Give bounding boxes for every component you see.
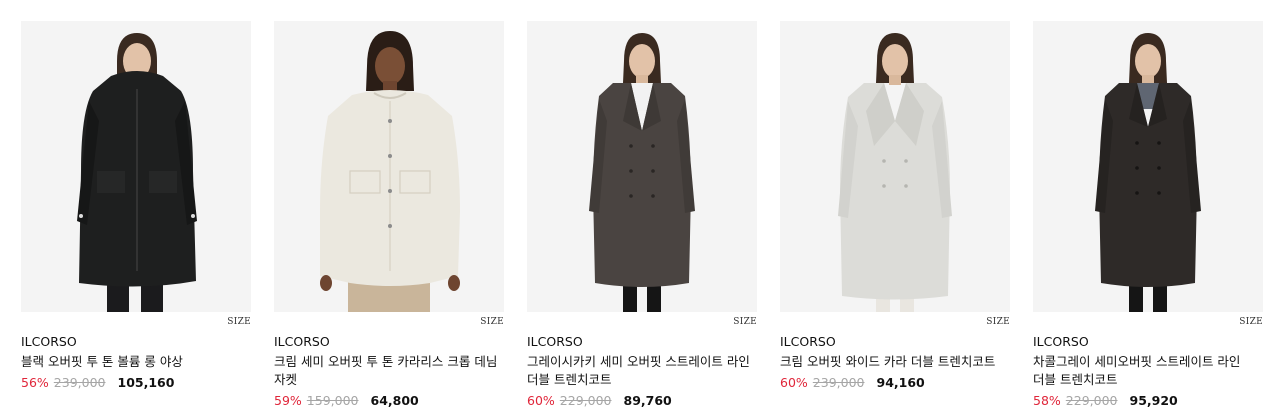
product-image[interactable] <box>21 21 251 312</box>
product-image-illustration <box>527 21 757 312</box>
brand-name[interactable]: ILCORSO <box>274 335 504 349</box>
price-row: 60% 239,000 94,160 <box>780 375 1010 391</box>
brand-name[interactable]: ILCORSO <box>780 335 1010 349</box>
product-image[interactable] <box>527 21 757 312</box>
sale-price: 105,160 <box>117 375 175 390</box>
product-image-illustration <box>1033 21 1263 312</box>
product-image[interactable] <box>1033 21 1263 312</box>
sale-price: 64,800 <box>370 393 419 408</box>
discount-rate: 60% <box>527 393 555 408</box>
size-label[interactable]: SIZE <box>227 316 251 328</box>
sale-price: 95,920 <box>1129 393 1178 408</box>
product-card[interactable]: SIZE ILCORSO 크림 오버핏 와이드 카라 더블 트렌치코트 60% … <box>780 21 1010 409</box>
original-price: 239,000 <box>812 375 865 390</box>
sale-price: 89,760 <box>623 393 672 408</box>
product-image-illustration <box>274 21 504 312</box>
discount-rate: 56% <box>21 375 49 390</box>
original-price: 229,000 <box>559 393 612 408</box>
product-card[interactable]: SIZE ILCORSO 차콜그레이 세미오버핏 스트레이트 라인 더블 트렌치… <box>1033 21 1263 409</box>
discount-rate: 59% <box>274 393 302 408</box>
price-row: 56% 239,000 105,160 <box>21 375 251 391</box>
product-image[interactable] <box>780 21 1010 312</box>
size-label[interactable]: SIZE <box>480 316 504 328</box>
product-card[interactable]: SIZE ILCORSO 블랙 오버핏 투 톤 볼륨 롱 야상 56% 239,… <box>21 21 251 409</box>
price-row: 58% 229,000 95,920 <box>1033 393 1263 409</box>
size-label[interactable]: SIZE <box>986 316 1010 328</box>
product-image-illustration <box>21 21 251 312</box>
price-row: 59% 159,000 64,800 <box>274 393 504 409</box>
product-card[interactable]: SIZE ILCORSO 크림 세미 오버핏 투 톤 카라리스 크롭 데님 자켓… <box>274 21 504 409</box>
product-name[interactable]: 블랙 오버핏 투 톤 볼륨 롱 야상 <box>21 353 251 371</box>
size-label[interactable]: SIZE <box>733 316 757 328</box>
product-card[interactable]: SIZE ILCORSO 그레이시카키 세미 오버핏 스트레이트 라인 더블 트… <box>527 21 757 409</box>
brand-name[interactable]: ILCORSO <box>527 335 757 349</box>
discount-rate: 60% <box>780 375 808 390</box>
product-name[interactable]: 크림 오버핏 와이드 카라 더블 트렌치코트 <box>780 353 1010 371</box>
original-price: 229,000 <box>1065 393 1118 408</box>
brand-name[interactable]: ILCORSO <box>1033 335 1263 349</box>
original-price: 239,000 <box>53 375 106 390</box>
product-name[interactable]: 크림 세미 오버핏 투 톤 카라리스 크롭 데님 자켓 <box>274 353 504 389</box>
product-name[interactable]: 그레이시카키 세미 오버핏 스트레이트 라인 더블 트렌치코트 <box>527 353 757 389</box>
original-price: 159,000 <box>306 393 359 408</box>
size-label[interactable]: SIZE <box>1239 316 1263 328</box>
product-image[interactable] <box>274 21 504 312</box>
product-name[interactable]: 차콜그레이 세미오버핏 스트레이트 라인 더블 트렌치코트 <box>1033 353 1263 389</box>
price-row: 60% 229,000 89,760 <box>527 393 757 409</box>
discount-rate: 58% <box>1033 393 1061 408</box>
product-grid: SIZE ILCORSO 블랙 오버핏 투 톤 볼륨 롱 야상 56% 239,… <box>21 21 1263 409</box>
product-image-illustration <box>780 21 1010 312</box>
brand-name[interactable]: ILCORSO <box>21 335 251 349</box>
sale-price: 94,160 <box>876 375 925 390</box>
